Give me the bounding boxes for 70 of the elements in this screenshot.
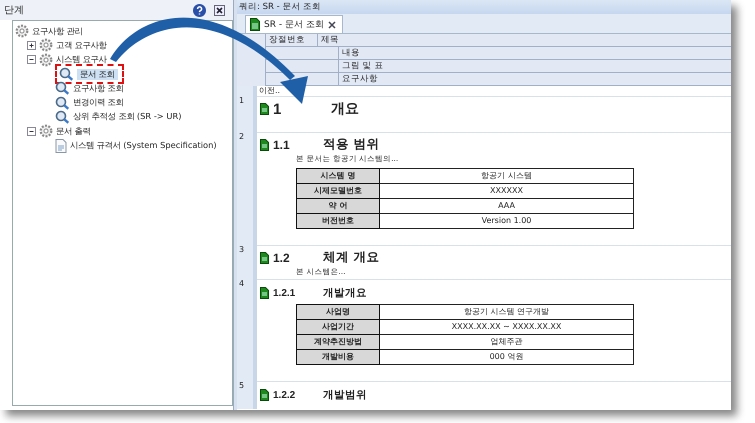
search-icon (55, 110, 70, 124)
expander-icon[interactable] (27, 126, 36, 136)
table-cell: 000 억원 (380, 350, 634, 364)
section-number: 1.2.2 (273, 390, 296, 400)
close-icon[interactable] (328, 20, 336, 28)
section-title: 개발개요 (323, 286, 367, 300)
table-cell: XXXXXX (380, 184, 634, 198)
table-cell: XXXX.XX.XX ~ XXXX.XX.XX (380, 320, 634, 334)
row-number: 5 (239, 381, 244, 390)
row-number: 4 (239, 279, 244, 288)
section-number: 1.1 (273, 138, 291, 152)
table-cell: 항공기 시스템 연구개발 (380, 304, 634, 320)
search-icon (55, 96, 70, 110)
table-cell: 계약추진방법 (296, 334, 380, 350)
document-icon (260, 252, 269, 264)
tree-item[interactable]: 요구사항 관리 (32, 26, 83, 37)
query-title: 쿼리: SR - 문서 조회 (239, 2, 322, 12)
tree-item[interactable]: 변경이력 조회 (73, 97, 124, 108)
gear-icon (15, 24, 29, 38)
table-cell: 개발비용 (296, 350, 380, 364)
document-icon (260, 389, 269, 401)
column-header-title: 제목 (320, 34, 339, 46)
document-icon (260, 138, 269, 150)
row-number: 3 (239, 245, 244, 254)
table-cell: Version 1.00 (380, 214, 634, 228)
row-number: 2 (239, 132, 244, 141)
section-title: 체계 개요 (323, 249, 380, 266)
search-icon (55, 81, 70, 96)
expander-icon[interactable] (27, 40, 36, 50)
section-title: 개발범위 (323, 388, 367, 402)
section-number: 1.2 (273, 250, 291, 264)
section-number: 1.2.1 (273, 288, 296, 298)
tree-item[interactable]: 문서 출력 (56, 126, 91, 137)
tree-item[interactable]: 고객 요구사항 (56, 40, 107, 51)
tree-item[interactable]: 요구사항 조회 (73, 82, 124, 94)
table-cell: 약 어 (296, 198, 380, 214)
column-header-content: 내용 (338, 47, 360, 59)
previous-link[interactable]: 이전.. (257, 86, 280, 96)
panel-title: 단계 (4, 4, 24, 17)
expander-icon[interactable] (27, 55, 36, 64)
table-cell: 항공기 시스템 (380, 168, 634, 184)
tree-item[interactable]: 상위 추적성 조회 (SR -> UR) (73, 111, 182, 122)
column-header-number: 장절번호 (266, 34, 318, 46)
help-icon[interactable] (193, 4, 206, 16)
row-number: 1 (239, 96, 244, 105)
table-cell: 사업기간 (296, 320, 380, 334)
tree-item[interactable]: 문서 조회 (77, 68, 118, 80)
gear-icon (39, 38, 53, 52)
section-title: 개요 (331, 100, 359, 118)
document-tab[interactable]: SR - 문서 조회 (245, 15, 343, 33)
table-cell: 버전번호 (296, 214, 380, 228)
gear-icon (39, 52, 53, 67)
gear-icon (39, 124, 53, 138)
section-number: 1 (273, 100, 282, 118)
tree-item[interactable]: 시스템 요구사 (56, 54, 107, 66)
column-header-requirements: 요구사항 (338, 73, 378, 85)
table-cell: 시스템 명 (296, 168, 380, 184)
close-icon[interactable] (214, 4, 225, 16)
tree-item[interactable]: 시스템 규격서 (System Specification) (70, 140, 217, 152)
search-icon (59, 67, 74, 82)
table-cell: 업체주관 (380, 334, 634, 350)
table-cell: 사업명 (296, 304, 380, 320)
document-icon (260, 287, 269, 299)
column-header-figures: 그림 및 표 (338, 60, 384, 72)
section-title: 적용 범위 (323, 136, 380, 153)
document-icon (55, 138, 67, 153)
document-icon (260, 103, 269, 115)
document-icon (250, 18, 260, 31)
table-cell: AAA (380, 198, 634, 214)
table-cell: 시제모델번호 (296, 184, 380, 198)
